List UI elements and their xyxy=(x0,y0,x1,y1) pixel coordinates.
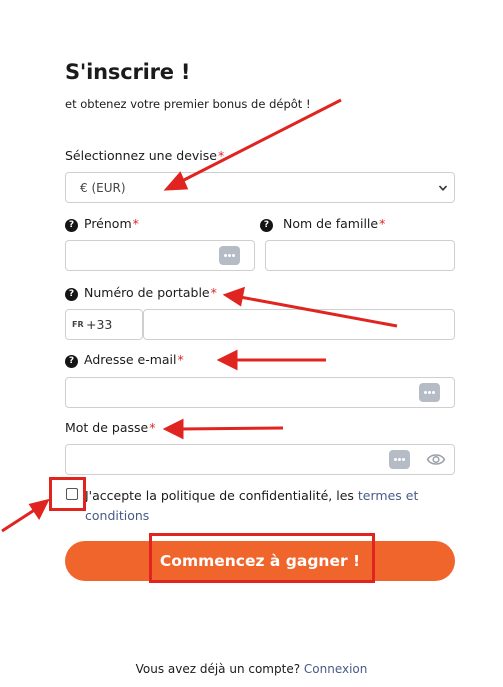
first-name-input[interactable] xyxy=(65,240,255,271)
phone-country-select[interactable]: FR +33 xyxy=(65,309,143,340)
currency-label-text: Sélectionnez une devise xyxy=(65,148,217,163)
country-code: FR xyxy=(72,320,84,329)
annotation-arrow xyxy=(28,498,50,520)
consent-label: J'accepte la politique de confidentialit… xyxy=(85,488,358,503)
email-label-text: Adresse e-mail xyxy=(84,352,177,367)
eye-icon[interactable] xyxy=(426,451,446,468)
keyboard-dots-icon[interactable] xyxy=(219,246,240,265)
annotation-arrow xyxy=(162,418,184,440)
phone-label: ? Numéro de portable* xyxy=(65,285,217,301)
login-link[interactable]: Connexion xyxy=(304,662,368,676)
first-name-label-text: Prénom xyxy=(84,216,132,231)
email-label: ? Adresse e-mail* xyxy=(65,352,184,368)
required-mark: * xyxy=(149,420,156,435)
last-name-label-text: Nom de famille xyxy=(283,216,379,231)
required-mark: * xyxy=(217,148,225,163)
chevron-down-icon xyxy=(438,185,448,191)
last-name-label: ? Nom de famille* xyxy=(260,216,385,232)
help-icon[interactable]: ? xyxy=(65,219,78,232)
annotation-arrow xyxy=(179,426,284,431)
consent-text: J'accepte la politique de confidentialit… xyxy=(85,486,455,526)
annotation-arrow xyxy=(179,98,342,184)
required-mark: * xyxy=(132,216,139,231)
password-label: Mot de passe* xyxy=(65,420,155,435)
email-input[interactable] xyxy=(65,377,455,408)
first-name-label: ? Prénom* xyxy=(65,216,139,232)
keyboard-dots-icon[interactable] xyxy=(389,450,410,469)
annotation-arrow xyxy=(222,286,245,307)
login-prompt-text: Vous avez déjà un compte? xyxy=(135,662,304,676)
help-icon[interactable]: ? xyxy=(65,355,78,368)
page-subtitle: et obtenez votre premier bonus de dépôt … xyxy=(65,97,311,111)
password-label-text: Mot de passe xyxy=(65,420,149,435)
login-prompt: Vous avez déjà un compte? Connexion xyxy=(0,662,503,676)
help-icon[interactable]: ? xyxy=(65,288,78,301)
currency-selected-value: € (EUR) xyxy=(80,181,126,195)
annotation-arrow xyxy=(216,349,238,371)
last-name-input[interactable] xyxy=(265,240,455,271)
phone-label-text: Numéro de portable xyxy=(84,285,210,300)
password-input[interactable] xyxy=(65,444,455,475)
help-icon[interactable]: ? xyxy=(260,219,273,232)
currency-label: Sélectionnez une devise* xyxy=(65,148,224,163)
page-title: S'inscrire ! xyxy=(65,60,191,84)
currency-select[interactable]: € (EUR) xyxy=(65,172,455,203)
keyboard-dots-icon[interactable] xyxy=(419,383,440,402)
required-mark: * xyxy=(210,285,217,300)
required-mark: * xyxy=(177,352,184,367)
required-mark: * xyxy=(379,216,386,231)
annotation-highlight-box xyxy=(149,533,375,583)
phone-number-input[interactable] xyxy=(143,309,455,340)
dial-code: +33 xyxy=(86,317,113,332)
annotation-arrow xyxy=(1,507,37,533)
annotation-highlight-box xyxy=(49,477,86,511)
